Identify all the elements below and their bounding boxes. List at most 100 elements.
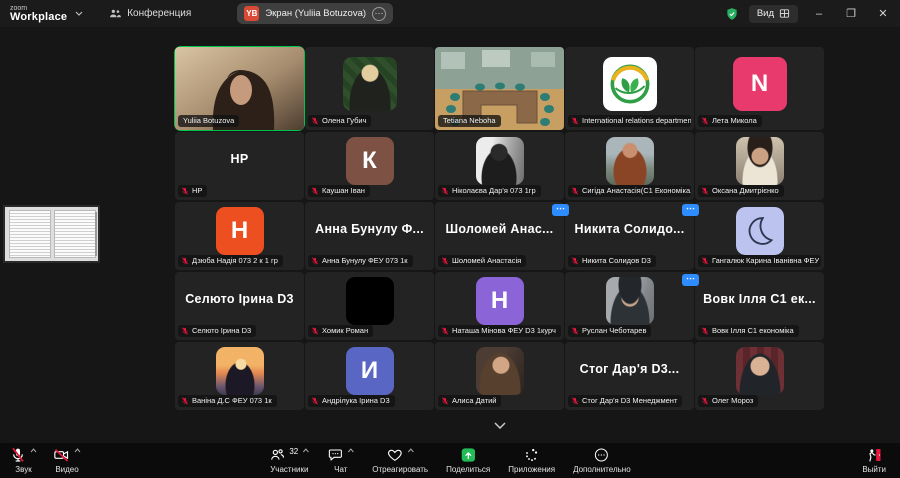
avatar (736, 207, 784, 255)
video-button[interactable]: Видео (53, 447, 81, 474)
participant-name: Лета Микола (712, 116, 757, 125)
avatar (476, 137, 524, 185)
participant-tile[interactable]: Никита Солидо...Никита Солидов D3⋯ (565, 202, 694, 270)
participant-tile[interactable]: Tetiana Neboha (435, 47, 564, 130)
mic-muted-icon (181, 187, 189, 195)
participant-tile[interactable]: Анна Бунулу Ф...Анна Бунулу ФЕУ 073 1к (305, 202, 434, 270)
participant-name-label: Вовк Ілля С1 економіка (698, 325, 799, 337)
mic-muted-icon (10, 447, 26, 463)
chevron-up-icon[interactable] (30, 448, 37, 453)
zoom-workplace-logo[interactable]: zoom Workplace (10, 5, 67, 23)
participant-tile[interactable]: Сигіда Анастасія(С1 Економіка,1 (565, 132, 694, 200)
chevron-down-icon[interactable] (75, 11, 83, 16)
apps-button[interactable]: Приложения (508, 447, 555, 474)
view-button[interactable]: Вид (749, 5, 798, 23)
participants-button[interactable]: 32 Участники (269, 447, 309, 474)
participant-name: Гангалюк Карина Іванівна ФЕУ D (712, 256, 821, 265)
participant-name-label: Дзюба Надія 073 2 к 1 гр (178, 255, 283, 267)
participant-name-label: Хомик Роман (308, 325, 373, 337)
avatar (736, 137, 784, 185)
participant-name: Дзюба Надія 073 2 к 1 гр (192, 256, 278, 265)
participant-name-label: Селюто Ірина D3 (178, 325, 256, 337)
audio-button-label: Звук (15, 465, 31, 474)
close-button[interactable]: ✕ (872, 7, 894, 20)
participant-tile[interactable]: Алиса Датий (435, 342, 564, 410)
avatar (606, 277, 654, 325)
participant-name-label: Наташа Мінова ФЕУ D3 1курч (438, 325, 561, 337)
participants-icon (269, 447, 285, 463)
participant-tile[interactable]: Селюто Ірина D3 Селюто Ірина D3 (175, 272, 304, 340)
tab-conference[interactable]: Конференция (109, 7, 191, 20)
participant-name-large: Никита Солидо... (569, 222, 690, 236)
notification-badge[interactable]: ⋯ (552, 204, 569, 216)
mic-muted-icon (181, 397, 189, 405)
participant-tile[interactable]: Yuliia Botuzova (175, 47, 304, 130)
participant-name-label: Стог Дар'я D3 Менеджмент (568, 395, 682, 407)
participant-tile[interactable]: Руслан Чеботарев⋯ (565, 272, 694, 340)
participant-name: Ніколаєва Дар'я 073 1гр (452, 186, 536, 195)
participant-tile[interactable]: HPHP (175, 132, 304, 200)
share-screen-button[interactable]: Поделиться (446, 447, 490, 474)
chevron-up-icon[interactable] (74, 448, 81, 453)
maximize-button[interactable]: ❐ (840, 7, 862, 20)
chat-button-label: Чат (334, 465, 347, 474)
participant-name-label: Руслан Чеботарев (568, 325, 651, 337)
tab-conference-label: Конференция (127, 8, 191, 19)
participant-name-large: Селюто Ірина D3 (179, 292, 300, 306)
participant-name-label: Оксана Дмитрієнко (698, 185, 784, 197)
scroll-down-button[interactable] (487, 417, 513, 433)
participant-tile[interactable]: Гангалюк Карина Іванівна ФЕУ D (695, 202, 824, 270)
participant-name: Стог Дар'я D3 Менеджмент (582, 396, 677, 405)
mic-muted-icon (701, 327, 709, 335)
participant-tile[interactable]: Ваніна Д.С ФЕУ 073 1к (175, 342, 304, 410)
participant-tile[interactable]: НДзюба Надія 073 2 к 1 гр (175, 202, 304, 270)
participant-tile[interactable]: ККаушан Іван (305, 132, 434, 200)
participant-name-large: Анна Бунулу Ф... (309, 222, 430, 236)
mic-muted-icon (571, 257, 579, 265)
mic-muted-icon (571, 117, 579, 125)
participant-tile[interactable]: Вовк Ілля С1 ек...Вовк Ілля С1 економіка (695, 272, 824, 340)
notification-badge[interactable]: ⋯ (682, 204, 699, 216)
participant-tile[interactable]: NЛета Микола (695, 47, 824, 130)
mic-muted-icon (311, 187, 319, 195)
chevron-up-icon[interactable] (347, 448, 354, 453)
minimize-button[interactable]: – (808, 8, 830, 20)
security-shield-icon[interactable] (725, 7, 739, 21)
avatar (736, 347, 784, 395)
participant-tile[interactable]: Шоломей Анас...Шоломей Анастасія⋯ (435, 202, 564, 270)
shared-document-thumbnail[interactable] (3, 205, 100, 263)
chevron-up-icon[interactable] (302, 448, 309, 453)
avatar: Н (476, 277, 524, 325)
participant-tile[interactable]: ИАндрілука Ірина D3 (305, 342, 434, 410)
notification-badge[interactable]: ⋯ (682, 274, 699, 286)
tab-options-icon[interactable]: ⋯ (372, 7, 386, 21)
participant-tile[interactable]: Олег Мороз (695, 342, 824, 410)
participant-tile[interactable]: Оксана Дмитрієнко (695, 132, 824, 200)
audio-button[interactable]: Звук (10, 447, 37, 474)
participant-tile[interactable]: ННаташа Мінова ФЕУ D3 1курч (435, 272, 564, 340)
chevron-down-icon (494, 422, 506, 429)
mic-muted-icon (441, 397, 449, 405)
meeting-people-icon (109, 7, 122, 20)
participant-tile[interactable]: Ніколаєва Дар'я 073 1гр (435, 132, 564, 200)
participant-name: Шоломей Анастасія (452, 256, 521, 265)
participant-name: Олена Губич (322, 116, 366, 125)
meeting-stage: Yuliia Botuzova Олена Губич Tetiana Neboha… (0, 27, 900, 443)
more-button[interactable]: Дополнительно (573, 447, 631, 474)
video-button-label: Видео (55, 465, 78, 474)
participant-tile[interactable]: Олена Губич (305, 47, 434, 130)
leave-button[interactable]: Выйти (862, 447, 886, 474)
participants-count: 32 (289, 447, 298, 456)
participant-tile[interactable]: Хомик Роман (305, 272, 434, 340)
chat-button[interactable]: Чат (327, 447, 354, 474)
react-button[interactable]: Отреагировать (372, 447, 428, 474)
participant-tile[interactable]: Стог Дар'я D3...Стог Дар'я D3 Менеджмент (565, 342, 694, 410)
tab-screen-share[interactable]: YB Экран (Yuliia Botuzova) ⋯ (237, 3, 393, 24)
moon-icon (736, 207, 784, 255)
chat-icon (327, 447, 343, 463)
chevron-up-icon[interactable] (407, 448, 414, 453)
leave-meeting-icon (866, 447, 883, 463)
participant-name-large: Шоломей Анас... (439, 222, 560, 236)
participant-tile[interactable]: International relations department (565, 47, 694, 130)
participant-name: Yuliia Botuzova (183, 116, 234, 125)
